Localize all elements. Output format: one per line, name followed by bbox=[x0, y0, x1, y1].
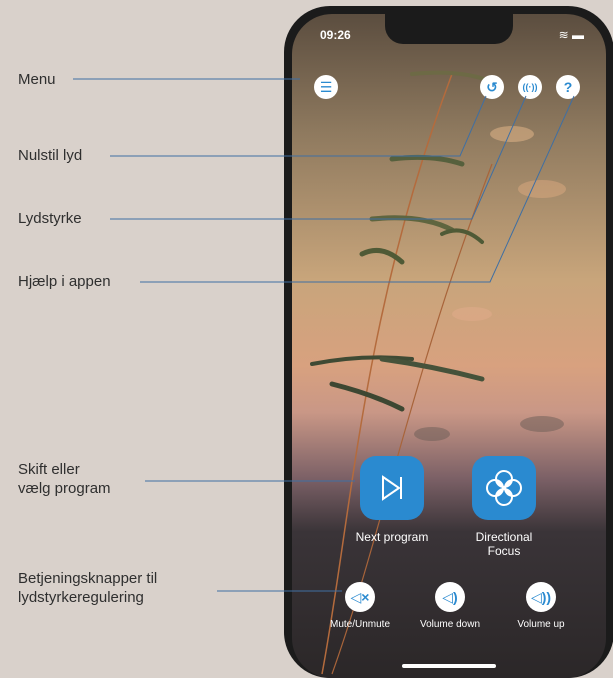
callout-line-help bbox=[140, 95, 575, 283]
callout-line-volume bbox=[110, 95, 527, 220]
callout-line-reset bbox=[110, 95, 487, 157]
callout-lines bbox=[73, 78, 575, 592]
